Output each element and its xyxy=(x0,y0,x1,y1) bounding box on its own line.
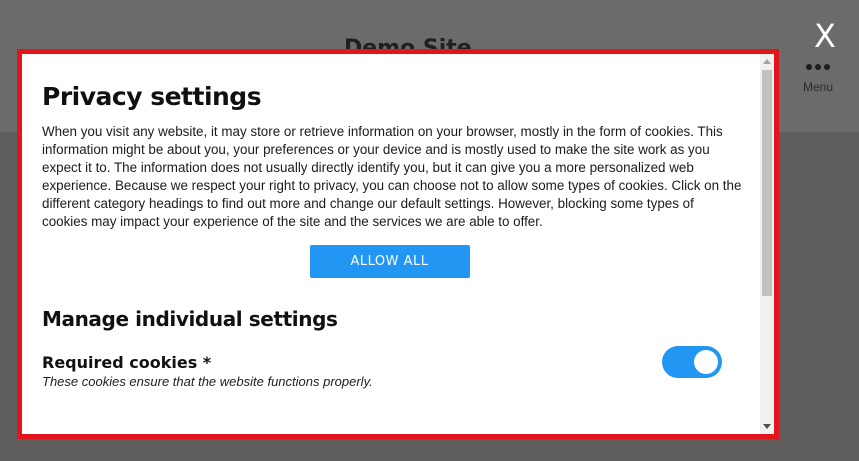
toggle-knob xyxy=(694,350,718,374)
intro-text: When you visit any website, it may store… xyxy=(42,124,742,229)
modal-scrollbar[interactable] xyxy=(760,54,774,434)
scroll-up-arrow-icon[interactable] xyxy=(763,59,771,64)
menu-label: Menu xyxy=(802,80,834,94)
cookie-category-description: These cookies ensure that the website fu… xyxy=(42,374,373,389)
modal-content: Privacy settings When you visit any webs… xyxy=(22,54,760,434)
scroll-thumb[interactable] xyxy=(762,70,772,296)
scroll-down-arrow-icon[interactable] xyxy=(763,424,771,429)
dots-icon xyxy=(798,60,838,74)
manage-heading: Manage individual settings xyxy=(42,307,338,331)
required-cookies-toggle[interactable] xyxy=(662,346,722,378)
close-icon[interactable]: X xyxy=(814,20,836,52)
cookie-category-title: Required cookies * xyxy=(42,353,212,372)
cookie-category-required: Required cookies * These cookies ensure … xyxy=(42,346,742,389)
allow-all-wrapper: ALLOW ALL xyxy=(42,245,737,278)
allow-all-button[interactable]: ALLOW ALL xyxy=(309,245,470,278)
menu-button[interactable]: Menu xyxy=(798,60,838,94)
modal-title: Privacy settings xyxy=(42,82,262,111)
privacy-modal: Privacy settings When you visit any webs… xyxy=(17,49,779,439)
